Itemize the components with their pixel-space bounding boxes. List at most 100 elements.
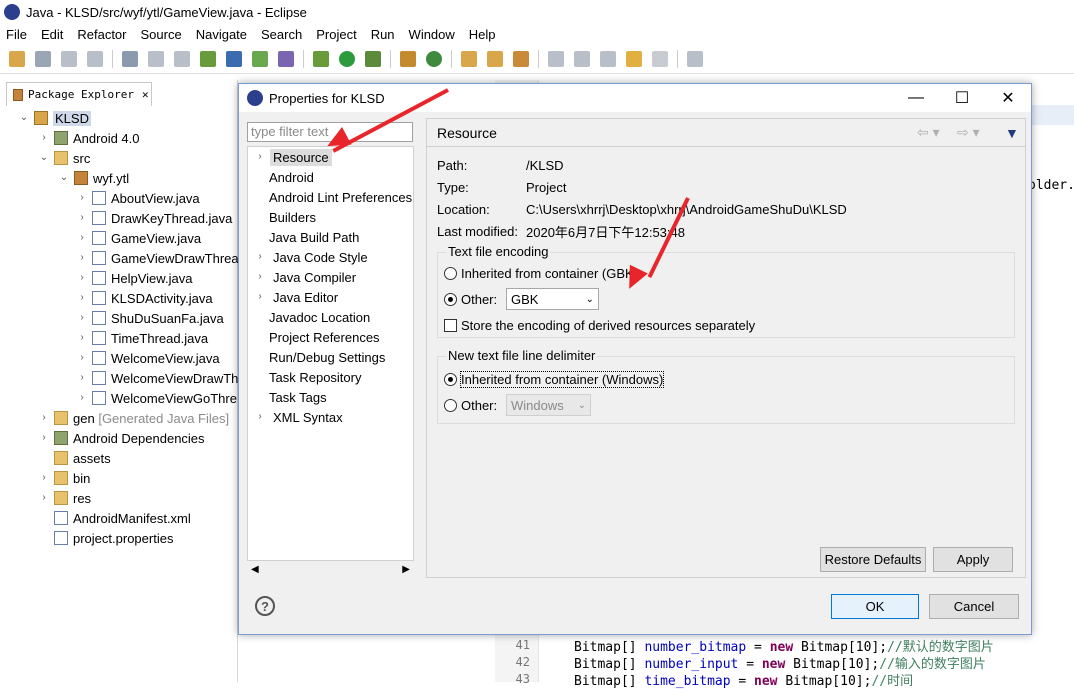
horizontal-scrollbar[interactable]: ◀ ▶ [247, 560, 414, 578]
close-icon[interactable]: ✕ [142, 88, 149, 101]
back-icon[interactable] [626, 50, 642, 67]
chevron-right-icon[interactable]: › [76, 392, 88, 404]
chevron-right-icon[interactable]: › [76, 212, 88, 224]
forward-icon[interactable] [652, 50, 668, 67]
menu-edit[interactable]: Edit [41, 27, 63, 42]
chevron-down-icon[interactable]: ⌄ [38, 152, 50, 164]
tree-item-file[interactable]: › WelcomeViewGoThre [76, 388, 237, 408]
apply-button[interactable]: Apply [933, 547, 1013, 572]
tree-item-package[interactable]: ⌄ wyf.ytl [58, 168, 129, 188]
chevron-right-icon[interactable]: › [76, 232, 88, 244]
menu-run[interactable]: Run [371, 27, 395, 42]
close-icon[interactable]: ✕ [985, 84, 1031, 112]
tree-item-properties[interactable]: project.properties [54, 528, 173, 548]
chevron-right-icon[interactable]: › [254, 411, 266, 423]
delimiter-other-radio[interactable]: Other: [444, 395, 497, 415]
nav-item-run-debug[interactable]: Run/Debug Settings [266, 347, 388, 367]
tree-item-file[interactable]: › AboutView.java [76, 188, 199, 208]
tree-item-file[interactable]: › GameView.java [76, 228, 201, 248]
chevron-right-icon[interactable]: › [254, 291, 266, 303]
minimize-icon[interactable]: — [893, 84, 939, 112]
chevron-right-icon[interactable]: › [76, 252, 88, 264]
radio-icon[interactable] [444, 398, 457, 412]
store-encoding-checkbox[interactable]: Store the encoding of derived resources … [444, 315, 755, 335]
tree-item-file[interactable]: › HelpView.java [76, 268, 192, 288]
help-icon[interactable]: ? [255, 596, 275, 616]
nav-item-android[interactable]: Android [266, 167, 317, 187]
encoding-inherited-radio[interactable]: Inherited from container (GBK) [444, 263, 638, 283]
nav-item-lint[interactable]: Android Lint Preferences [266, 187, 415, 207]
chevron-right-icon[interactable]: › [254, 271, 266, 283]
tree-item-dependencies[interactable]: › Android Dependencies [38, 428, 204, 448]
chevron-right-icon[interactable]: › [76, 312, 88, 324]
pin-editor-icon[interactable] [687, 50, 703, 67]
cancel-button[interactable]: Cancel [929, 594, 1019, 619]
ok-button[interactable]: OK [831, 594, 919, 619]
run-icon[interactable] [339, 50, 355, 67]
back-nav-icon[interactable]: ⇦ ▾ [917, 124, 940, 141]
menu-source[interactable]: Source [141, 27, 182, 42]
print-icon[interactable] [87, 50, 103, 67]
nav-item-javadoc[interactable]: Javadoc Location [266, 307, 373, 327]
chevron-right-icon[interactable]: › [38, 492, 50, 504]
menu-refactor[interactable]: Refactor [77, 27, 126, 42]
menu-window[interactable]: Window [409, 27, 455, 42]
save-all-icon[interactable] [61, 50, 77, 67]
nav-item-code-style[interactable]: › Java Code Style [248, 247, 371, 267]
new-package-icon[interactable] [400, 50, 416, 67]
android-icon[interactable] [200, 50, 216, 67]
chevron-right-icon[interactable]: › [254, 151, 266, 163]
new-java-icon[interactable] [313, 50, 329, 67]
tree-item-file[interactable]: › KLSDActivity.java [76, 288, 212, 308]
chevron-down-icon[interactable]: ⌄ [18, 112, 30, 124]
chevron-down-icon[interactable]: ⌄ [58, 172, 70, 184]
open-type-icon[interactable] [461, 50, 477, 67]
tree-item-assets[interactable]: assets [54, 448, 111, 468]
menu-navigate[interactable]: Navigate [196, 27, 247, 42]
avd-manager-icon[interactable] [148, 50, 164, 67]
chevron-right-icon[interactable]: › [76, 332, 88, 344]
encoding-select[interactable]: GBK ⌄ [506, 288, 599, 310]
menu-search[interactable]: Search [261, 27, 302, 42]
nav-item-references[interactable]: Project References [266, 327, 383, 347]
tree-item-res[interactable]: › res [38, 488, 91, 508]
tree-item-file[interactable]: › TimeThread.java [76, 328, 208, 348]
tree-item-manifest[interactable]: AndroidManifest.xml [54, 508, 191, 528]
nav-item-resource[interactable]: › Resource [248, 147, 332, 167]
restore-defaults-button[interactable]: Restore Defaults [820, 547, 926, 572]
chevron-right-icon[interactable]: › [76, 372, 88, 384]
nav-item-builders[interactable]: Builders [266, 207, 319, 227]
forward-nav-icon[interactable]: ⇨ ▾ [957, 124, 980, 141]
chevron-right-icon[interactable]: › [38, 412, 50, 424]
save-icon[interactable] [35, 50, 51, 67]
checkbox-icon[interactable] [444, 318, 457, 332]
run-config-icon[interactable] [365, 50, 381, 67]
chevron-right-icon[interactable]: › [254, 251, 266, 263]
chevron-right-icon[interactable]: › [76, 272, 88, 284]
nav-item-xml-syntax[interactable]: › XML Syntax [248, 407, 346, 427]
radio-selected-icon[interactable] [444, 372, 457, 386]
open-folder-icon[interactable] [487, 50, 503, 67]
radio-icon[interactable] [444, 266, 457, 280]
lint-icon[interactable] [174, 50, 190, 67]
prev-annotation-icon[interactable] [574, 50, 590, 67]
menu-project[interactable]: Project [316, 27, 356, 42]
view-menu-icon[interactable]: ▼ [1005, 125, 1019, 141]
encoding-other-radio[interactable]: Other: [444, 289, 497, 309]
next-annotation-icon[interactable] [548, 50, 564, 67]
tree-item-file[interactable]: › WelcomeView.java [76, 348, 219, 368]
tree-item-file[interactable]: › WelcomeViewDrawTh [76, 368, 238, 388]
tree-item-android[interactable]: › Android 4.0 [38, 128, 139, 148]
build-icon[interactable] [278, 50, 294, 67]
nav-item-task-tags[interactable]: Task Tags [266, 387, 330, 407]
delimiter-select[interactable]: Windows ⌄ [506, 394, 591, 416]
new-icon[interactable] [9, 50, 25, 67]
chevron-right-icon[interactable]: › [76, 292, 88, 304]
menu-file[interactable]: File [6, 27, 27, 42]
nav-item-compiler[interactable]: › Java Compiler [248, 267, 359, 287]
maximize-icon[interactable]: ☐ [939, 84, 985, 112]
chevron-right-icon[interactable]: › [76, 352, 88, 364]
scroll-left-icon[interactable]: ◀ [251, 564, 259, 575]
nav-item-build-path[interactable]: Java Build Path [266, 227, 362, 247]
tree-item-gen[interactable]: › gen [Generated Java Files] [38, 408, 229, 428]
